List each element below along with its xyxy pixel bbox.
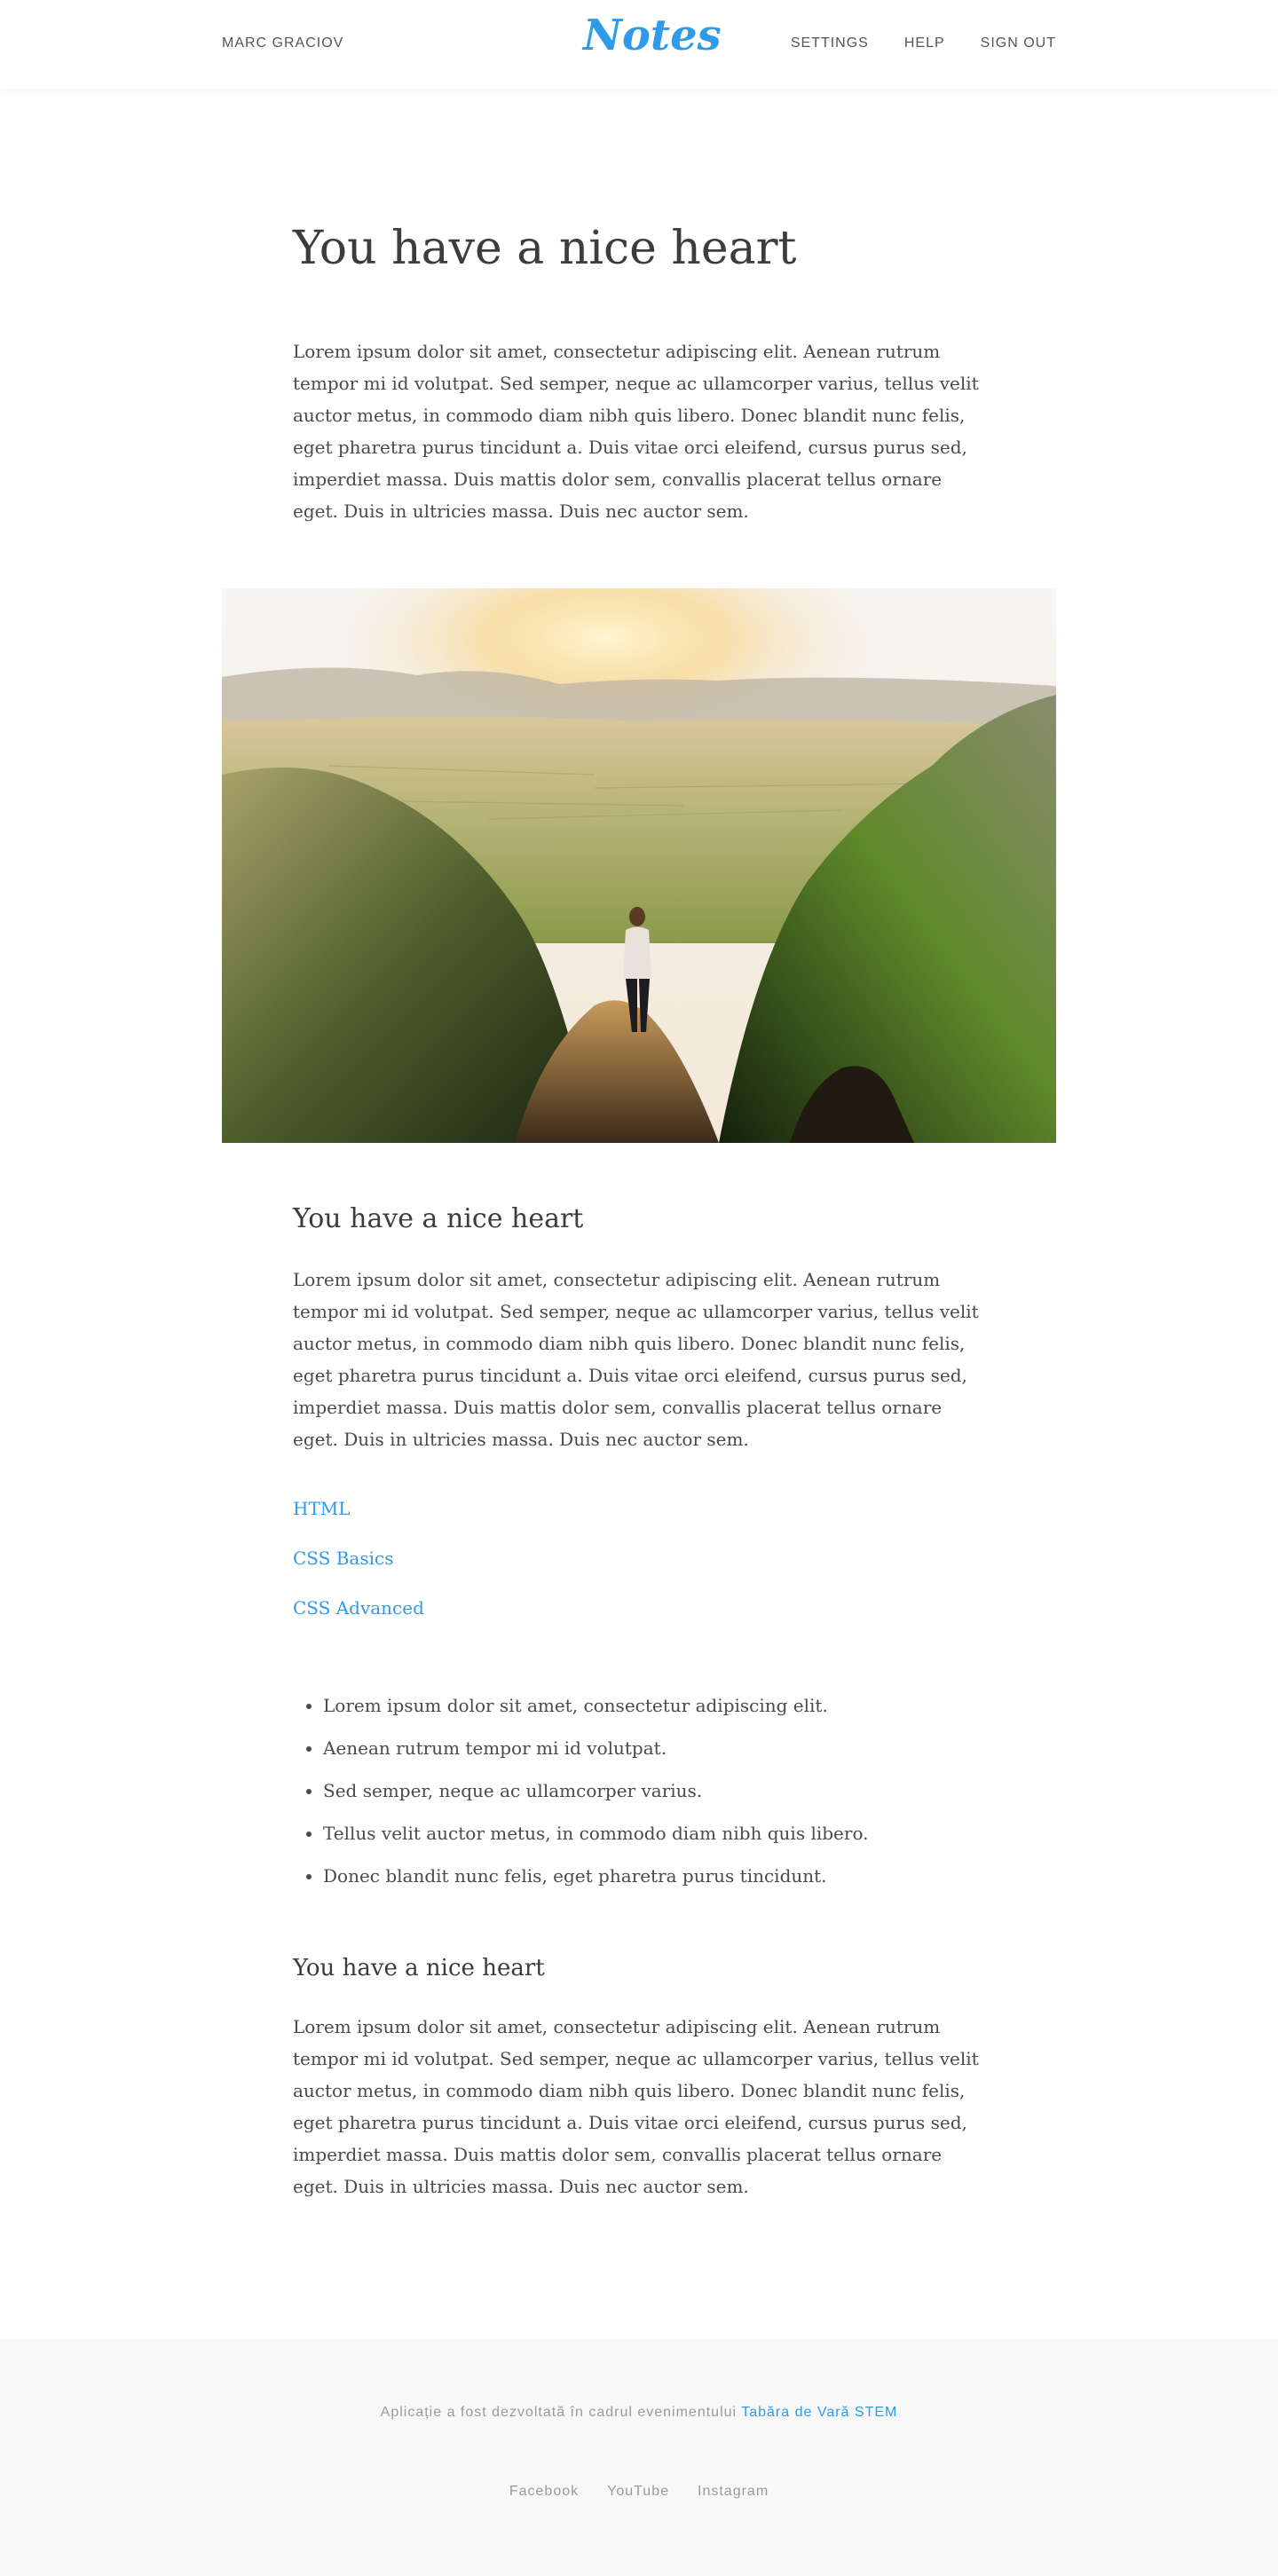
article-paragraph-3: Lorem ipsum dolor sit amet, consectetur …: [293, 2016, 979, 2197]
list-item: Sed semper, neque ac ullamcorper varius.: [323, 1778, 1015, 1803]
link-html[interactable]: HTML: [293, 1496, 985, 1521]
youtube-link[interactable]: YouTube: [607, 2484, 669, 2500]
credit-link[interactable]: Tabăra de Vară STEM: [741, 2405, 897, 2420]
social-links: Facebook YouTube Instagram: [0, 2484, 1278, 2500]
site-header: MARC GRACIOV Notes SETTINGS HELP SIGN OU…: [0, 0, 1278, 89]
main-nav: SETTINGS HELP SIGN OUT: [791, 35, 1056, 51]
nav-sign-out[interactable]: SIGN OUT: [981, 35, 1056, 51]
credit-text: Aplicație a fost dezvoltată în cadrul ev…: [380, 2405, 742, 2420]
section-title-2: You have a nice heart: [293, 1955, 545, 1981]
list-item: Donec blandit nunc felis, eget pharetra …: [323, 1863, 1015, 1888]
landscape-illustration: [222, 588, 1056, 1143]
list-item: Lorem ipsum dolor sit amet, consectetur …: [323, 1693, 1015, 1718]
topic-links: HTML CSS Basics CSS Advanced: [293, 1496, 985, 1645]
instagram-link[interactable]: Instagram: [698, 2484, 769, 2500]
footer-credit: Aplicație a fost dezvoltată în cadrul ev…: [0, 2405, 1278, 2421]
nav-settings[interactable]: SETTINGS: [791, 35, 869, 51]
bullet-list: Lorem ipsum dolor sit amet, consectetur …: [293, 1693, 1015, 1906]
user-name[interactable]: MARC GRACIOV: [222, 35, 343, 51]
nav-help[interactable]: HELP: [904, 35, 945, 51]
article-title: You have a nice heart: [293, 222, 797, 275]
list-item: Aenean rutrum tempor mi id volutpat.: [323, 1736, 1015, 1761]
site-footer: Aplicație a fost dezvoltată în cadrul ev…: [0, 2339, 1278, 2576]
link-css-basics[interactable]: CSS Basics: [293, 1546, 985, 1571]
link-css-advanced[interactable]: CSS Advanced: [293, 1595, 985, 1620]
list-item: Tellus velit auctor metus, in commodo di…: [323, 1821, 1015, 1846]
facebook-link[interactable]: Facebook: [509, 2484, 579, 2500]
hero-image: [222, 588, 1056, 1143]
notes-logo[interactable]: Notes: [583, 11, 722, 60]
section-title-1: You have a nice heart: [293, 1203, 584, 1234]
article-paragraph-2: Lorem ipsum dolor sit amet, consectetur …: [293, 1269, 979, 1450]
article-paragraph-1: Lorem ipsum dolor sit amet, consectetur …: [293, 341, 979, 522]
